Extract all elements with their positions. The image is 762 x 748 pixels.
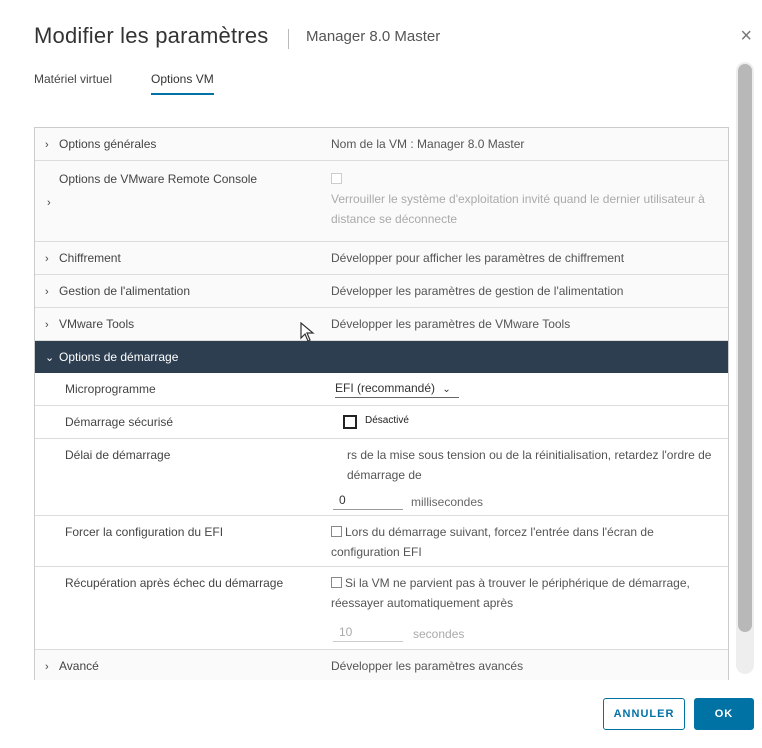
- row-label: Démarrage sécurisé: [65, 415, 174, 429]
- scrollbar-thumb[interactable]: [738, 64, 752, 632]
- chevron-right-icon: ›: [45, 253, 49, 265]
- dialog-subtitle: Manager 8.0 Master: [306, 28, 441, 45]
- row-value: Si la VM ne parvient pas à trouver le pé…: [331, 576, 690, 610]
- chevron-right-icon: ›: [45, 661, 49, 673]
- dialog-title: Modifier les paramètres: [34, 23, 269, 48]
- chevron-right-icon: ›: [47, 197, 51, 209]
- chevron-down-icon: ⌄: [442, 384, 451, 395]
- secure-boot-checkbox[interactable]: [343, 415, 357, 429]
- row-label: Avancé: [59, 659, 99, 673]
- lock-guest-os-checkbox[interactable]: [331, 173, 342, 184]
- boot-delay-input[interactable]: 0: [333, 493, 403, 510]
- row-label: Options de démarrage: [59, 350, 179, 364]
- row-value: rs de la mise sous tension ou de la réin…: [347, 448, 712, 482]
- row-boot-delay: Délai de démarrage rs de la mise sous te…: [35, 439, 728, 516]
- row-value: Développer pour afficher les paramètres …: [331, 251, 625, 265]
- row-value: Lors du démarrage suivant, forcez l'entr…: [331, 525, 654, 559]
- boot-delay-unit: millisecondes: [411, 495, 484, 509]
- row-value: Nom de la VM : Manager 8.0 Master: [331, 137, 525, 151]
- row-label: VMware Tools: [59, 317, 135, 331]
- chevron-right-icon: ›: [45, 139, 49, 151]
- row-value: Verrouiller le système d'exploitation in…: [331, 192, 705, 226]
- row-secure-boot: Démarrage sécurisé Désactivé: [35, 406, 728, 439]
- edit-settings-dialog: Modifier les paramètres Manager 8.0 Mast…: [0, 0, 762, 748]
- row-label: Chiffrement: [59, 251, 121, 265]
- secure-boot-status: Désactivé: [365, 415, 409, 426]
- force-efi-checkbox[interactable]: [331, 526, 342, 537]
- row-advanced[interactable]: › Avancé Développer les paramètres avancé…: [35, 650, 728, 680]
- row-label: Récupération après échec du démarrage: [65, 576, 284, 590]
- row-value: Développer les paramètres de VMware Tool…: [331, 317, 571, 331]
- close-icon[interactable]: ×: [740, 26, 752, 46]
- dialog-header: Modifier les paramètres Manager 8.0 Mast…: [34, 20, 762, 60]
- mouse-cursor-icon: [300, 322, 315, 342]
- row-value: Développer les paramètres de gestion de …: [331, 284, 624, 298]
- row-general-options[interactable]: › Options générales Nom de la VM : Manage…: [35, 128, 728, 161]
- row-boot-recovery: Récupération après échec du démarrage Si…: [35, 567, 728, 650]
- scrollbar[interactable]: [736, 62, 754, 674]
- tab-virtual-hardware[interactable]: Matériel virtuel: [34, 72, 112, 93]
- boot-retry-input[interactable]: 10: [333, 625, 403, 642]
- ok-button[interactable]: OK: [694, 698, 754, 730]
- row-label: Options générales: [59, 137, 157, 151]
- row-label: Microprogramme: [65, 382, 156, 396]
- row-power-management[interactable]: › Gestion de l'alimentation Développer le…: [35, 275, 728, 308]
- row-label: Forcer la configuration du EFI: [65, 525, 224, 539]
- row-value: Développer les paramètres avancés: [331, 659, 524, 673]
- chevron-right-icon: ›: [45, 286, 49, 298]
- chevron-down-icon: ⌄: [45, 352, 55, 364]
- boot-recovery-checkbox[interactable]: [331, 577, 342, 588]
- row-remote-console[interactable]: Options de VMware Remote Console › Verro…: [35, 161, 728, 242]
- chevron-right-icon: ›: [45, 319, 49, 331]
- tab-vm-options[interactable]: Options VM: [151, 72, 214, 95]
- row-vmware-tools[interactable]: › VMware Tools Développer les paramètres …: [35, 308, 728, 341]
- cancel-button[interactable]: ANNULER: [603, 698, 685, 730]
- title-separator: [288, 29, 289, 49]
- boot-retry-unit: secondes: [413, 627, 465, 641]
- row-boot-options[interactable]: ⌄ Options de démarrage: [35, 341, 728, 373]
- row-encryption[interactable]: › Chiffrement Développer pour afficher le…: [35, 242, 728, 275]
- row-label: Gestion de l'alimentation: [59, 284, 191, 298]
- row-force-efi: Forcer la configuration du EFI Lors du d…: [35, 516, 728, 567]
- row-firmware: Microprogramme EFI (recommandé) ⌄: [35, 373, 728, 406]
- row-label: Options de VMware Remote Console: [59, 172, 258, 186]
- row-label: Délai de démarrage: [65, 448, 171, 462]
- firmware-select[interactable]: EFI (recommandé) ⌄: [335, 381, 459, 398]
- settings-table: › Options générales Nom de la VM : Manage…: [34, 127, 729, 680]
